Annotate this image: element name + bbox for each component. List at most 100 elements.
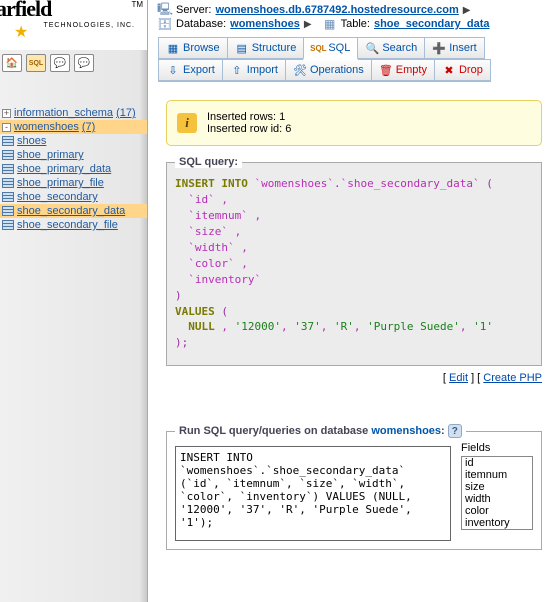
table-icon xyxy=(2,136,14,146)
logo-area: arfield TM TECHNOLOGIES, INC. ★ xyxy=(0,0,147,50)
table-icon xyxy=(2,192,14,202)
table-icon: ▦ xyxy=(323,17,337,31)
brand-name: arfield xyxy=(0,0,51,22)
collapse-icon[interactable]: - xyxy=(2,123,11,132)
action-bar: ⇩Export ⇧Import 🛠Operations 🗑Empty ✖Drop xyxy=(158,59,550,82)
sql-query-icon[interactable]: SQL xyxy=(26,54,46,72)
action-label: Empty xyxy=(396,64,427,76)
info-icon: i xyxy=(177,113,197,133)
action-import[interactable]: ⇧Import xyxy=(222,59,286,82)
field-item[interactable]: width xyxy=(462,493,532,505)
breadcrumb-arrow-icon: ▶ xyxy=(304,19,312,30)
success-notice: i Inserted rows: 1 Inserted row id: 6 xyxy=(166,100,542,146)
tab-search[interactable]: 🔍Search xyxy=(357,37,425,60)
db-info-schema[interactable]: + information_schema (17) xyxy=(0,106,147,120)
action-export[interactable]: ⇩Export xyxy=(158,59,223,82)
db-label: womenshoes xyxy=(14,121,79,133)
docs-icon[interactable]: 💬 xyxy=(50,54,70,72)
table-shoe-primary[interactable]: shoe_primary xyxy=(0,148,147,162)
table-shoe-secondary-file[interactable]: shoe_secondary_file xyxy=(0,218,147,232)
search-icon: 🔍 xyxy=(365,41,379,55)
table-shoe-primary-data[interactable]: shoe_primary_data xyxy=(0,162,147,176)
tab-label: Insert xyxy=(449,42,477,54)
table-label: shoe_primary_file xyxy=(17,177,104,189)
home-icon[interactable]: 🏠 xyxy=(2,54,22,72)
tab-structure[interactable]: ▤Structure xyxy=(227,37,305,60)
server-link[interactable]: womenshoes.db.6787492.hostedresource.com xyxy=(215,4,458,16)
db-label: information_schema xyxy=(14,107,113,119)
sql-textarea[interactable] xyxy=(175,446,451,541)
field-item[interactable]: itemnum xyxy=(462,469,532,481)
table-icon xyxy=(2,150,14,160)
table-shoe-primary-file[interactable]: shoe_primary_file xyxy=(0,176,147,190)
database-label: Database: xyxy=(176,18,226,30)
field-item[interactable]: color xyxy=(462,505,532,517)
database-link[interactable]: womenshoes xyxy=(230,18,300,30)
db-count: (7) xyxy=(82,121,95,133)
db-womenshoes[interactable]: - womenshoes (7) xyxy=(0,120,147,134)
action-empty[interactable]: 🗑Empty xyxy=(371,59,435,82)
table-link[interactable]: shoe_secondary_data xyxy=(374,18,490,30)
browse-icon: ▦ xyxy=(166,41,180,55)
tab-insert[interactable]: ➕Insert xyxy=(424,37,485,60)
table-label: shoes xyxy=(17,135,46,147)
table-label: shoe_primary_data xyxy=(17,163,111,175)
table-shoes[interactable]: shoes xyxy=(0,134,147,148)
action-label: Import xyxy=(247,64,278,76)
empty-icon: 🗑 xyxy=(379,63,393,77)
field-item[interactable]: size xyxy=(462,481,532,493)
action-label: Operations xyxy=(310,64,364,76)
breadcrumb: 🖳 Server: womenshoes.db.6787492.hostedre… xyxy=(158,0,550,33)
tab-bar: ▦Browse ▤Structure SQLSQL 🔍Search ➕Inser… xyxy=(158,37,550,60)
main-panel: 🖳 Server: womenshoes.db.6787492.hostedre… xyxy=(148,0,550,602)
table-icon xyxy=(2,220,14,230)
notice-line-1: Inserted rows: 1 xyxy=(207,111,531,123)
export-icon: ⇩ xyxy=(166,63,180,77)
fields-box: Fields id itemnum size width color inven… xyxy=(461,442,533,541)
fields-header: Fields xyxy=(461,442,533,454)
sql-code-block: INSERT INTO `womenshoes`.`shoe_secondary… xyxy=(175,176,533,351)
star-icon: ★ xyxy=(14,22,28,42)
field-item[interactable]: id xyxy=(462,457,532,469)
table-list: shoes shoe_primary shoe_primary_data sho… xyxy=(0,134,147,232)
table-icon xyxy=(2,206,14,216)
insert-icon: ➕ xyxy=(432,41,446,55)
action-operations[interactable]: 🛠Operations xyxy=(285,59,372,82)
table-icon xyxy=(2,178,14,188)
query-window-icon[interactable]: 💬 xyxy=(74,54,94,72)
tab-browse[interactable]: ▦Browse xyxy=(158,37,228,60)
trademark: TM xyxy=(131,0,143,9)
server-label: Server: xyxy=(176,4,211,16)
action-label: Export xyxy=(183,64,215,76)
create-php-link[interactable]: Create PHP xyxy=(483,372,542,384)
edit-link[interactable]: Edit xyxy=(449,372,468,384)
table-label: Table: xyxy=(341,18,370,30)
breadcrumb-arrow-icon: ▶ xyxy=(463,5,471,16)
tab-label: SQL xyxy=(328,42,350,54)
structure-icon: ▤ xyxy=(235,41,249,55)
table-shoe-secondary-data[interactable]: shoe_secondary_data xyxy=(0,204,147,218)
db-count: (17) xyxy=(116,107,136,119)
import-icon: ⇧ xyxy=(230,63,244,77)
run-query-legend-prefix: Run SQL query/queries on database xyxy=(179,425,371,437)
sql-icon: SQL xyxy=(311,41,325,55)
run-query-dbname: womenshoes xyxy=(371,425,441,437)
sql-query-fieldset: SQL query: INSERT INTO `womenshoes`.`sho… xyxy=(166,156,542,366)
tab-sql[interactable]: SQLSQL xyxy=(303,37,358,60)
help-icon[interactable]: ? xyxy=(448,424,462,438)
sql-query-legend: SQL query: xyxy=(175,156,242,168)
server-icon: 🖳 xyxy=(158,3,172,17)
tab-label: Search xyxy=(382,42,417,54)
table-label: shoe_secondary xyxy=(17,191,98,203)
table-shoe-secondary[interactable]: shoe_secondary xyxy=(0,190,147,204)
action-drop[interactable]: ✖Drop xyxy=(434,59,491,82)
sidebar-toolbar: 🏠 SQL 💬 💬 xyxy=(0,50,147,76)
fields-list[interactable]: id itemnum size width color inventory xyxy=(461,456,533,530)
tab-label: Structure xyxy=(252,42,297,54)
drop-icon: ✖ xyxy=(442,63,456,77)
action-label: Drop xyxy=(459,64,483,76)
code-action-links: [ Edit ] [ Create PHP xyxy=(158,366,550,384)
expand-icon[interactable]: + xyxy=(2,109,11,118)
operations-icon: 🛠 xyxy=(293,63,307,77)
field-item[interactable]: inventory xyxy=(462,517,532,529)
